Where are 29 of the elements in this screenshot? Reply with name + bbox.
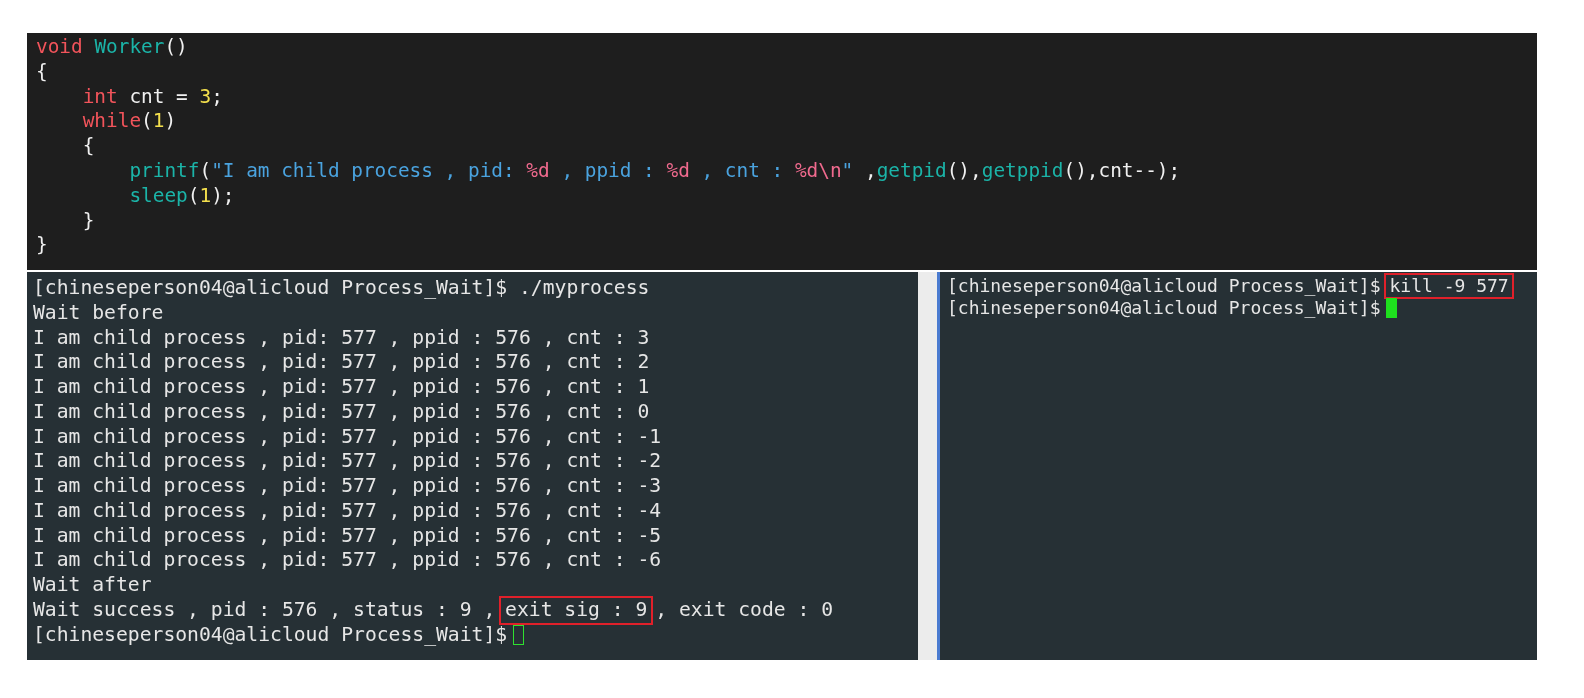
terminal-text: I am child process , pid: 577 , ppid : 576 , cnt : -5: [33, 523, 663, 549]
terminal-text: [chineseperson04@alicloud Process_Wait]$: [33, 622, 509, 648]
terminal-text: , exit code : 0: [655, 597, 835, 623]
code-line: {: [36, 59, 49, 85]
terminal-text: [chineseperson04@alicloud Process_Wait]$ ./myprocess: [33, 276, 651, 301]
terminal-text: Wait success , pid : 576 , status : 9 ,: [33, 597, 497, 623]
terminal-text: Wait before: [33, 300, 165, 326]
code-line: {: [81, 134, 96, 159]
code-line: }: [81, 208, 96, 234]
terminal-text: I am child process , pid: 577 , ppid : 576 , cnt : -4: [33, 498, 663, 524]
code-line: int cnt = 3;: [81, 84, 224, 110]
code-line: printf("I am child process , pid: %d , ppid : %d , cnt : %d\n" ,getpid(),getppid(),cnt--);: [128, 159, 1182, 184]
terminal-text: [chineseperson04@alicloud Process_Wait]$: [947, 275, 1382, 297]
terminal-text: I am child process , pid: 577 , ppid : 576 , cnt : -3: [33, 474, 663, 499]
terminal-text: I am child process , pid: 577 , ppid : 576 , cnt : 2: [33, 350, 651, 375]
terminal-text: I am child process , pid: 577 , ppid : 576 , cnt : -1: [33, 424, 663, 450]
terminal-text: I am child process , pid: 577 , ppid : 576 , cnt : -6: [33, 548, 663, 573]
code-line: }: [36, 233, 49, 259]
terminal-text: I am child process , pid: 577 , ppid : 576 , cnt : 1: [33, 375, 651, 400]
terminal-text: [chineseperson04@alicloud Process_Wait]$: [947, 297, 1382, 319]
terminal-text: I am child process , pid: 577 , ppid : 576 , cnt : 3: [33, 325, 651, 351]
highlighted-output: exit sig : 9: [501, 597, 652, 623]
highlighted-command: kill -9 577: [1385, 275, 1513, 297]
terminal-text: I am child process , pid: 577 , ppid : 576 , cnt : -2: [33, 449, 663, 474]
code-line: sleep(1);: [128, 183, 236, 209]
terminal-text: I am child process , pid: 577 , ppid : 576 , cnt : 0: [33, 399, 651, 425]
code-line: while(1): [81, 109, 178, 135]
terminal-text: Wait after: [33, 573, 153, 598]
code-line: void Worker(): [36, 35, 189, 60]
